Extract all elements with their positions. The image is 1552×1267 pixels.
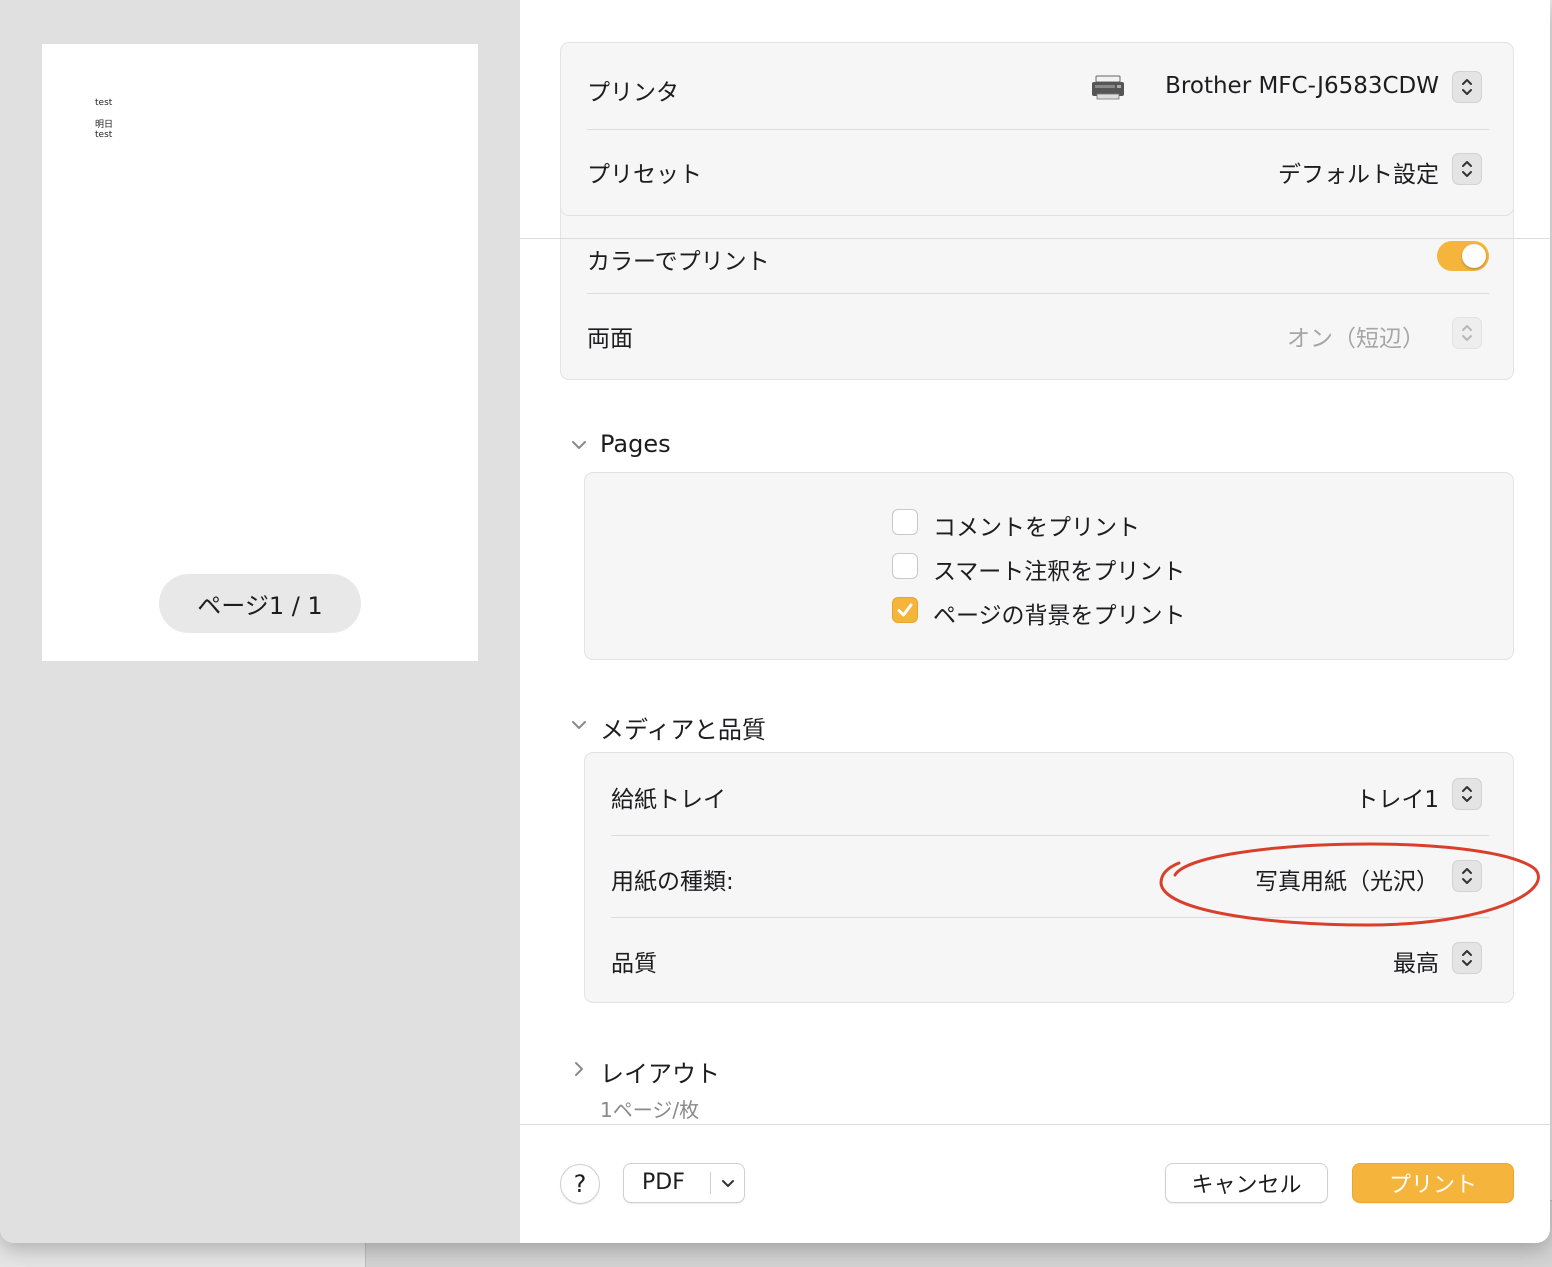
paper-tray-label: 給紙トレイ	[611, 787, 726, 813]
preview-pane: test 明日 test ページ1 / 1	[0, 0, 520, 1243]
paper-type-label: 用紙の種類:	[611, 869, 734, 895]
preset-value: デフォルト設定	[1278, 162, 1439, 188]
chevron-down-icon[interactable]	[570, 436, 588, 454]
preview-text-line: test	[95, 98, 113, 108]
chevron-updown-icon	[1462, 79, 1472, 95]
printer-label: プリンタ	[587, 80, 679, 106]
pages-section-title[interactable]: Pages	[600, 430, 671, 458]
cancel-button[interactable]: キャンセル	[1165, 1163, 1328, 1203]
scroll-edge-divider	[520, 238, 1550, 239]
quality-label: 品質	[611, 951, 657, 977]
print-smart-annotations-checkbox[interactable]	[892, 553, 918, 579]
preset-stepper[interactable]	[1452, 153, 1482, 185]
divider	[587, 293, 1489, 294]
layout-summary: 1ページ/枚	[600, 1098, 700, 1122]
help-button[interactable]: ?	[560, 1164, 600, 1204]
divider	[611, 917, 1489, 918]
preset-label: プリセット	[587, 162, 702, 188]
divider	[587, 129, 1489, 130]
paper-type-stepper[interactable]	[1452, 860, 1482, 892]
print-page-background-label[interactable]: ページの背景をプリント	[933, 596, 1186, 630]
help-label: ?	[573, 1170, 587, 1198]
page-indicator: ページ1 / 1	[159, 574, 361, 633]
printer-icon	[1092, 75, 1124, 100]
print-smart-annotations-label[interactable]: スマート注釈をプリント	[933, 552, 1185, 586]
print-comments-checkbox[interactable]	[892, 509, 918, 535]
duplex-label: 両面	[587, 326, 633, 352]
chevron-updown-icon	[1462, 868, 1472, 884]
preview-text-line: test	[95, 130, 113, 140]
print-button[interactable]: プリント	[1352, 1163, 1514, 1203]
footer-divider	[520, 1124, 1550, 1125]
page-preview: test 明日 test	[42, 44, 478, 661]
chevron-updown-icon	[1462, 786, 1472, 802]
printer-stepper[interactable]	[1452, 71, 1482, 103]
quality-stepper[interactable]	[1452, 942, 1482, 974]
checkmark-icon	[897, 603, 913, 617]
paper-tray-stepper[interactable]	[1452, 778, 1482, 810]
chevron-down-icon	[722, 1180, 734, 1187]
duplex-stepper[interactable]	[1452, 317, 1482, 349]
duplex-value: オン（短辺）	[1287, 326, 1425, 352]
print-page-background-checkbox[interactable]	[892, 597, 918, 623]
preview-text-line: 明日	[95, 120, 114, 130]
pdf-menu-button[interactable]: PDF	[623, 1163, 745, 1203]
printer-value: Brother MFC-J6583CDW	[1165, 73, 1439, 99]
toggle-knob	[1462, 244, 1486, 268]
paper-type-value: 写真用紙（光沢）	[1255, 869, 1439, 895]
printer-card: プリンタ Brother MFC-J6583CDW プリセット デフォルト設定	[560, 42, 1514, 216]
print-dialog: test 明日 test ページ1 / 1 カラーでプリント 両面 オン（短辺）…	[0, 0, 1550, 1243]
chevron-updown-icon	[1462, 950, 1472, 966]
chevron-updown-icon	[1462, 325, 1472, 341]
media-quality-card: 給紙トレイ トレイ1 用紙の種類: 写真用紙（光沢） 品質 最高	[584, 752, 1514, 1003]
pages-card: コメントをプリント スマート注釈をプリント ページの背景をプリント	[584, 472, 1514, 660]
print-comments-label[interactable]: コメントをプリント	[933, 508, 1140, 542]
layout-section-title[interactable]: レイアウト	[600, 1054, 720, 1089]
divider	[611, 835, 1489, 836]
chevron-down-icon[interactable]	[570, 716, 588, 734]
pdf-separator	[710, 1172, 711, 1194]
color-print-toggle[interactable]	[1437, 241, 1489, 271]
quality-value: 最高	[1393, 951, 1439, 977]
paper-tray-value: トレイ1	[1355, 787, 1439, 813]
chevron-updown-icon	[1462, 161, 1472, 177]
settings-pane: カラーでプリント 両面 オン（短辺） プリンタ Brother MFC-J658…	[520, 0, 1550, 1243]
media-quality-section-title[interactable]: メディアと品質	[600, 710, 766, 745]
chevron-right-icon[interactable]	[570, 1060, 588, 1078]
pdf-label: PDF	[642, 1170, 685, 1195]
color-print-label: カラーでプリント	[587, 249, 770, 275]
